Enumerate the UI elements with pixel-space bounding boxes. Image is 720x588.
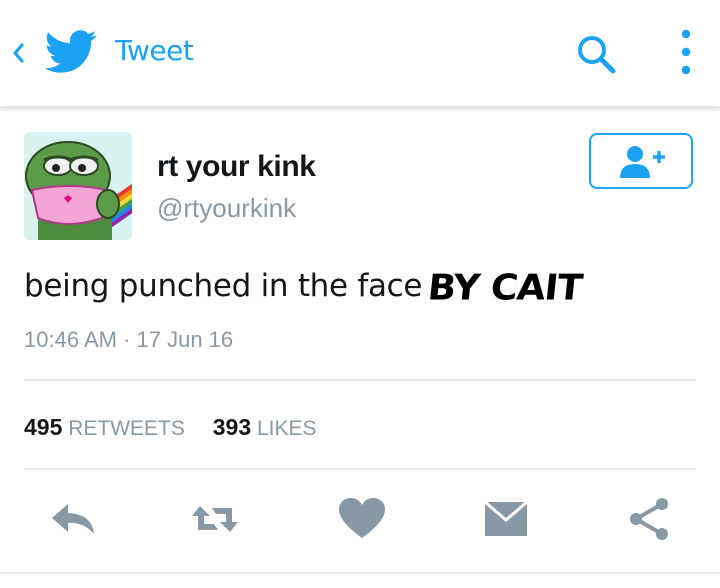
likes-count[interactable]: 393: [213, 414, 251, 440]
tweet-stats: 495 RETWEETS 393 LIKES: [24, 414, 339, 441]
twitter-bird-icon: [44, 30, 97, 73]
avatar-image: [24, 132, 132, 240]
likes-label[interactable]: LIKES: [257, 417, 317, 440]
display-name[interactable]: rt your kink: [157, 150, 316, 184]
more-options-icon[interactable]: [672, 28, 700, 76]
tweet-text: being punched in the face: [24, 268, 423, 304]
tweet-timestamp: 10:46 AM · 17 Jun 16: [24, 327, 234, 352]
handwritten-annotation: BY CAIT: [425, 266, 584, 309]
user-handle[interactable]: @rtyourkink: [157, 193, 296, 224]
direct-message-icon[interactable]: [481, 496, 531, 542]
retweet-icon[interactable]: [190, 496, 240, 542]
tweet-actions: [0, 496, 720, 546]
search-icon[interactable]: [574, 32, 618, 76]
reply-icon[interactable]: [48, 496, 98, 542]
avatar[interactable]: [24, 132, 132, 240]
divider: [24, 468, 696, 470]
divider: [0, 572, 720, 574]
like-heart-icon[interactable]: [337, 496, 387, 542]
back-chevron-icon[interactable]: [9, 36, 27, 70]
follow-user-icon: [620, 146, 665, 178]
retweets-label[interactable]: RETWEETS: [68, 417, 185, 440]
app-header: Tweet: [0, 0, 720, 108]
share-icon[interactable]: [624, 496, 674, 542]
page-title: Tweet: [115, 34, 194, 67]
divider: [24, 379, 696, 381]
follow-button[interactable]: [589, 133, 693, 189]
retweets-count[interactable]: 495: [24, 414, 62, 440]
